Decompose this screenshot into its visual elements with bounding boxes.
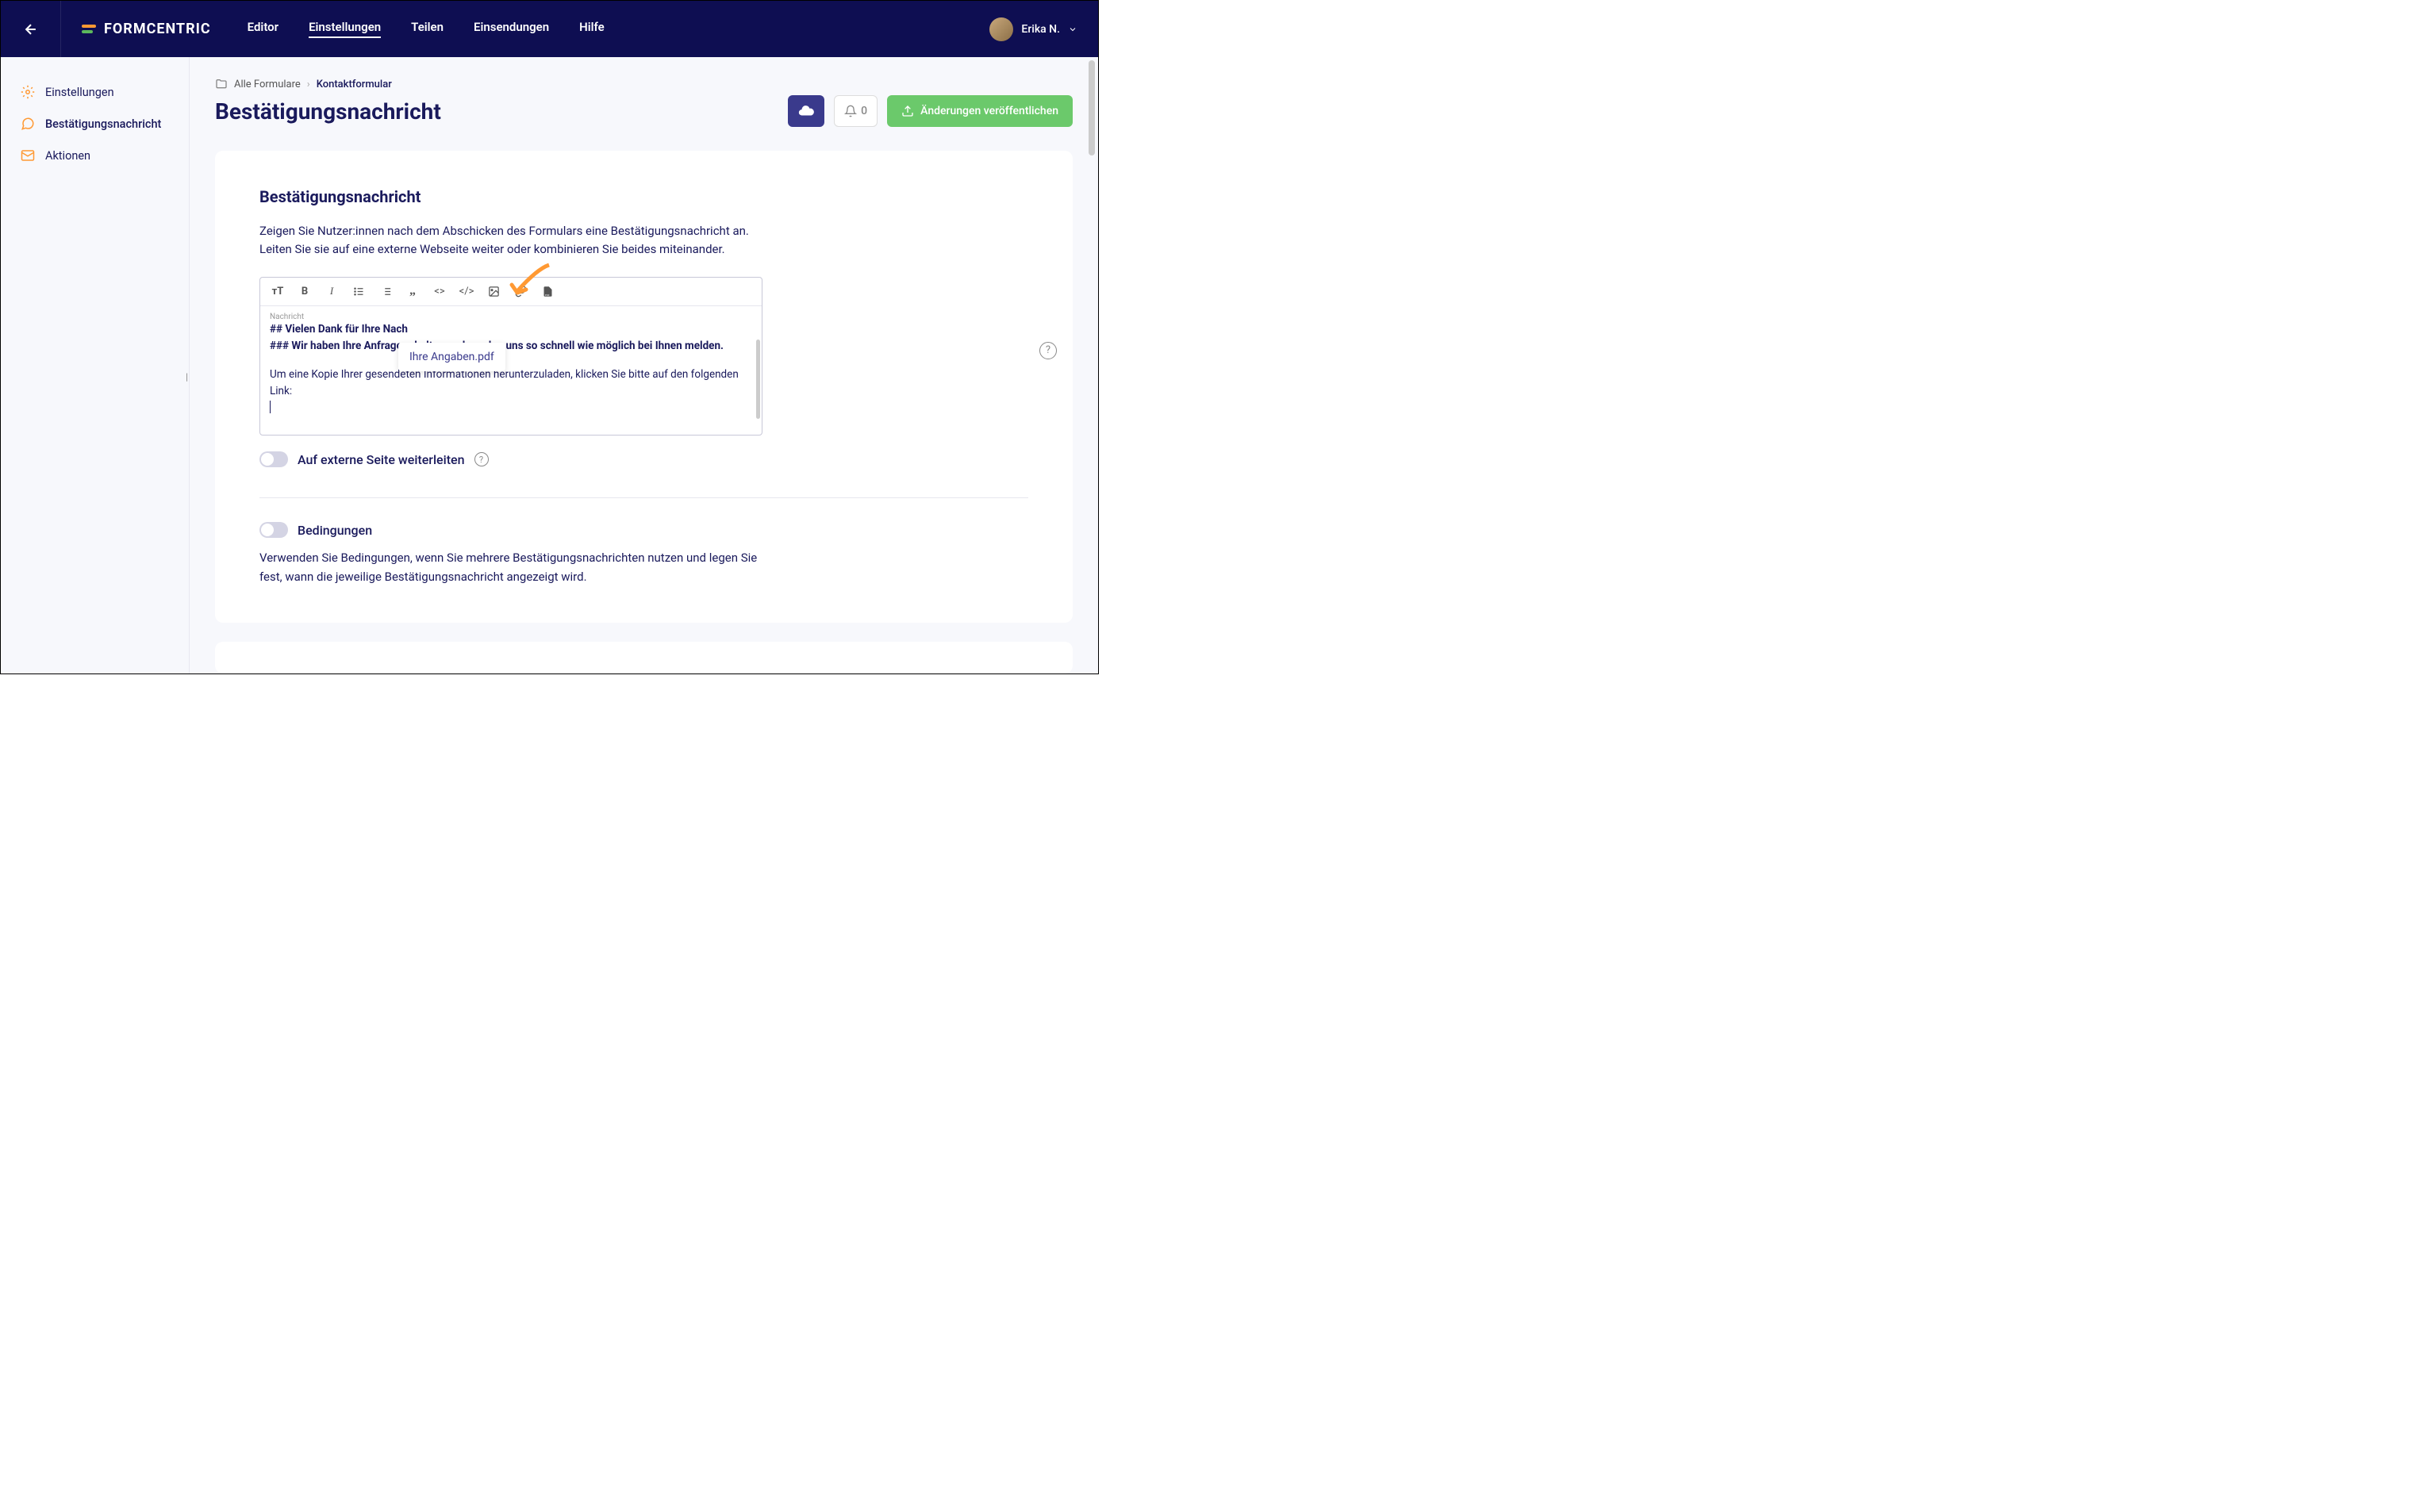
numbered-list-tool[interactable] (379, 285, 392, 297)
pdf-tooltip: Ihre Angaben.pdf (398, 343, 505, 371)
folder-icon (215, 78, 228, 90)
link-tool[interactable] (514, 285, 527, 297)
mail-icon (20, 148, 36, 163)
nav-einsendungen[interactable]: Einsendungen (474, 20, 549, 38)
image-tool[interactable] (487, 285, 500, 297)
scrollbar[interactable] (1089, 60, 1095, 155)
chevron-down-icon (1068, 25, 1077, 34)
divider (259, 497, 1028, 498)
pdf-tool[interactable]: PDF (541, 285, 554, 297)
logo: FORMCENTRIC (61, 21, 232, 37)
main-content: Alle Formulare › Kontaktformular Bestäti… (190, 57, 1098, 673)
sidebar-item-einstellungen[interactable]: Einstellungen (13, 76, 176, 108)
codeblock-tool[interactable]: </> (460, 285, 473, 297)
help-icon[interactable]: ? (474, 452, 489, 466)
editor-line-3: Um eine Kopie Ihrer gesendeten Informati… (270, 366, 752, 401)
publish-button[interactable]: Änderungen veröffentlichen (887, 95, 1073, 127)
next-card (215, 642, 1073, 673)
page-title: Bestätigungsnachricht (215, 98, 441, 125)
user-menu[interactable]: Erika N. (989, 17, 1077, 41)
breadcrumb-current: Kontaktformular (317, 79, 392, 90)
redirect-toggle[interactable] (259, 451, 288, 467)
sidebar-item-label: Bestätigungsnachricht (45, 117, 161, 131)
svg-text:PDF: PDF (544, 294, 549, 297)
user-name: Erika N. (1021, 23, 1060, 36)
cloud-icon (797, 102, 815, 120)
rich-text-editor: тT B I „ <> </> PDF Nachricht (259, 277, 762, 436)
sidebar-item-label: Aktionen (45, 149, 90, 163)
logo-icon (82, 25, 96, 33)
breadcrumb-separator: › (307, 79, 310, 90)
help-icon[interactable]: ? (1039, 342, 1057, 359)
bullet-list-tool[interactable] (352, 285, 365, 297)
text-size-tool[interactable]: тT (271, 285, 284, 297)
editor-textarea[interactable]: Nachricht ## Vielen Dank für Ihre Nach #… (260, 306, 762, 436)
confirmation-card: Bestätigungsnachricht Zeigen Sie Nutzer:… (215, 151, 1073, 623)
editor-field-label: Nachricht (270, 313, 752, 321)
nav-hilfe[interactable]: Hilfe (579, 20, 605, 38)
conditions-toggle-label: Bedingungen (298, 523, 372, 538)
editor-line-2: ### Wir haben Ihre Anfrage erhalten und … (270, 338, 752, 355)
main-nav: Editor Einstellungen Teilen Einsendungen… (248, 20, 605, 38)
message-icon (20, 116, 36, 132)
conditions-description: Verwenden Sie Bedingungen, wenn Sie mehr… (259, 549, 767, 586)
nav-editor[interactable]: Editor (248, 20, 278, 38)
upload-icon (901, 105, 914, 117)
conditions-toggle[interactable] (259, 522, 288, 538)
quote-tool[interactable]: „ (406, 285, 419, 297)
nav-teilen[interactable]: Teilen (411, 20, 444, 38)
app-header: FORMCENTRIC Editor Einstellungen Teilen … (1, 1, 1098, 57)
sidebar: Einstellungen Bestätigungsnachricht Akti… (1, 57, 190, 673)
bold-tool[interactable]: B (298, 285, 311, 297)
editor-line-1: ## Vielen Dank für Ihre Nach (270, 321, 752, 339)
text-cursor (270, 401, 271, 413)
nav-einstellungen[interactable]: Einstellungen (309, 20, 381, 38)
editor-scrollbar[interactable] (756, 340, 760, 419)
italic-tool[interactable]: I (325, 285, 338, 297)
section-title: Bestätigungsnachricht (259, 187, 1028, 206)
breadcrumb-root[interactable]: Alle Formulare (234, 79, 301, 90)
sidebar-item-bestaetigungsnachricht[interactable]: Bestätigungsnachricht (13, 108, 176, 140)
back-button[interactable] (1, 1, 61, 57)
logo-text: FORMCENTRIC (104, 21, 211, 37)
notifications-button[interactable]: 0 (834, 95, 878, 127)
section-description: Zeigen Sie Nutzer:innen nach dem Abschic… (259, 222, 767, 259)
notifications-count: 0 (861, 105, 867, 117)
avatar (989, 17, 1013, 41)
gear-icon (20, 84, 36, 100)
sidebar-item-label: Einstellungen (45, 86, 114, 99)
breadcrumb: Alle Formulare › Kontaktformular (215, 78, 1073, 90)
editor-toolbar: тT B I „ <> </> PDF (260, 278, 762, 306)
cloud-save-button[interactable] (788, 95, 824, 127)
code-tool[interactable]: <> (433, 285, 446, 297)
redirect-toggle-label: Auf externe Seite weiterleiten (298, 452, 465, 467)
sidebar-item-aktionen[interactable]: Aktionen (13, 140, 176, 171)
bell-icon (844, 105, 857, 117)
publish-label: Änderungen veröffentlichen (920, 105, 1058, 117)
